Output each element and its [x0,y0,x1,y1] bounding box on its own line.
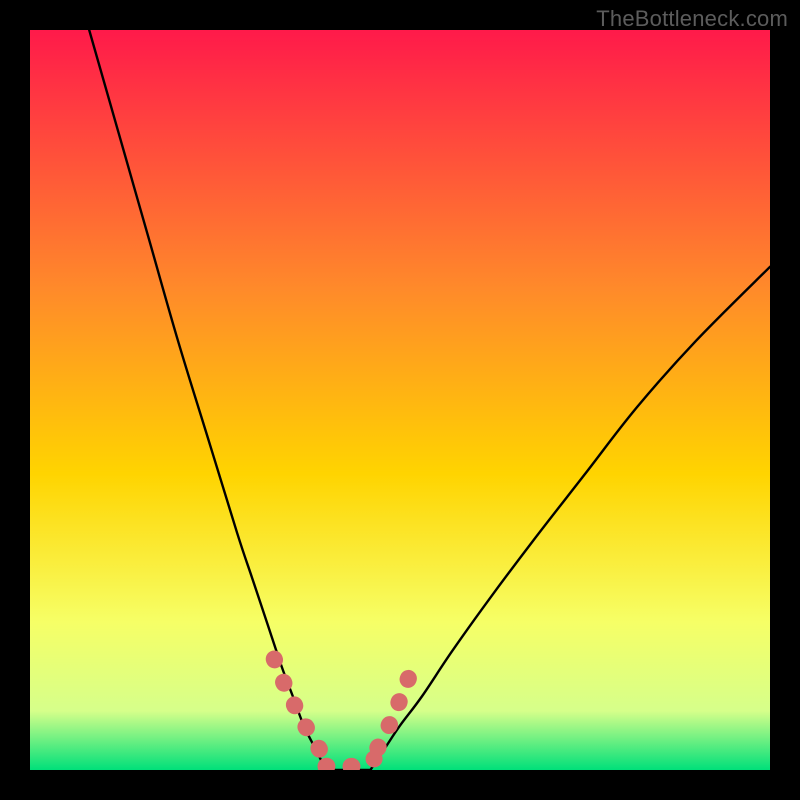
chart-frame: TheBottleneck.com [0,0,800,800]
plot-background [30,30,770,770]
watermark-text: TheBottleneck.com [596,6,788,32]
bottleneck-chart [30,30,770,770]
